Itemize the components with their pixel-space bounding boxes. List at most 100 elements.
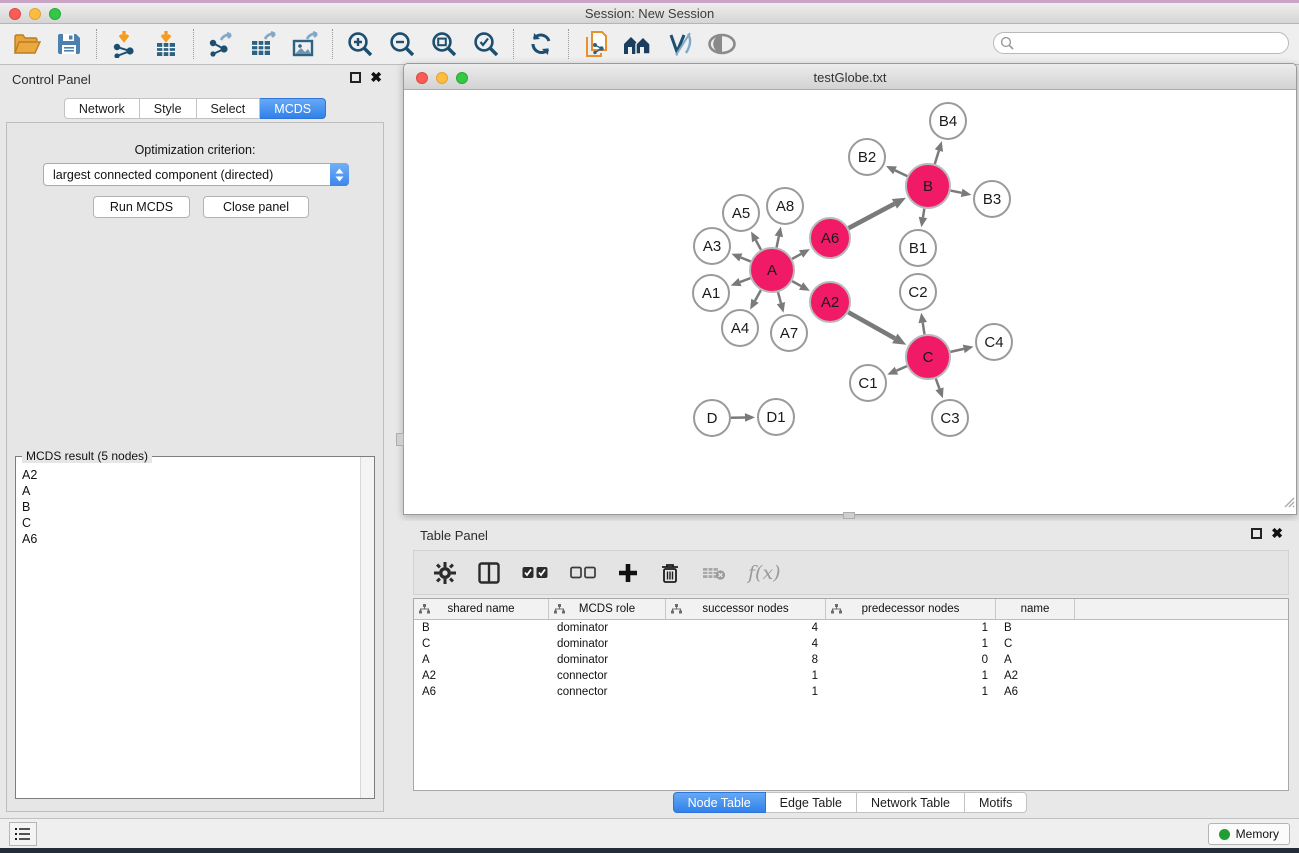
graphics-details-icon[interactable] <box>663 28 697 60</box>
mcds-result-item[interactable]: A6 <box>22 531 354 547</box>
mcds-list-scrollbar[interactable] <box>360 457 374 798</box>
cell-predecessor-nodes[interactable]: 1 <box>826 670 996 682</box>
search-input[interactable] <box>993 32 1289 54</box>
save-session-icon[interactable] <box>52 28 86 60</box>
cell-name[interactable]: A <box>996 654 1075 666</box>
open-file-icon[interactable] <box>10 28 44 60</box>
table-header-row[interactable]: shared nameMCDS rolesuccessor nodesprede… <box>414 599 1288 620</box>
cell-shared-name[interactable]: B <box>414 622 549 634</box>
gear-icon[interactable] <box>434 562 456 584</box>
node-table[interactable]: shared nameMCDS rolesuccessor nodesprede… <box>413 598 1289 791</box>
import-table-icon[interactable] <box>149 28 183 60</box>
close-table-panel-icon[interactable]: ✖ <box>1271 528 1283 539</box>
zoom-selected-icon[interactable] <box>469 28 503 60</box>
edge-C-C2[interactable] <box>923 323 925 335</box>
edge-A6-B[interactable] <box>849 204 895 228</box>
edge-C-C3[interactable] <box>936 379 940 389</box>
column-header-MCDS-role[interactable]: MCDS role <box>549 599 666 619</box>
bird-eye-icon[interactable] <box>705 28 739 60</box>
edge-A-A4[interactable] <box>755 290 761 301</box>
edge-A-A6[interactable] <box>792 254 801 259</box>
cell-shared-name[interactable]: A6 <box>414 686 549 698</box>
table-row[interactable]: Bdominator41B <box>414 620 1288 636</box>
deselect-all-icon[interactable] <box>570 566 596 580</box>
edge-C-C4[interactable] <box>950 349 963 352</box>
zoom-in-icon[interactable] <box>343 28 377 60</box>
close-panel-button[interactable]: Close panel <box>203 196 309 218</box>
edge-C-C1[interactable] <box>896 366 906 371</box>
cell-predecessor-nodes[interactable]: 1 <box>826 638 996 650</box>
criterion-dropdown[interactable]: largest connected component (directed) <box>43 163 349 186</box>
cell-successor-nodes[interactable]: 8 <box>666 654 826 666</box>
refresh-layout-icon[interactable] <box>524 28 558 60</box>
zoom-out-icon[interactable] <box>385 28 419 60</box>
table-row[interactable]: Cdominator41C <box>414 636 1288 652</box>
clone-network-icon[interactable] <box>579 28 613 60</box>
cell-predecessor-nodes[interactable]: 1 <box>826 622 996 634</box>
tab-mcds[interactable]: MCDS <box>260 98 326 119</box>
table-row[interactable]: A2connector11A2 <box>414 668 1288 684</box>
cell-MCDS-role[interactable]: connector <box>549 670 666 682</box>
mcds-result-list[interactable]: A2ABCA6 <box>16 459 360 798</box>
cell-predecessor-nodes[interactable]: 1 <box>826 686 996 698</box>
cell-name[interactable]: A6 <box>996 686 1075 698</box>
zoom-fit-icon[interactable] <box>427 28 461 60</box>
tab-node-table[interactable]: Node Table <box>673 792 766 813</box>
network-canvas[interactable]: AA1A2A3A4A5A6A7A8BB1B2B3B4CC1C2C3C4DD1 <box>404 90 1296 514</box>
close-panel-icon[interactable]: ✖ <box>370 72 382 83</box>
cell-shared-name[interactable]: A2 <box>414 670 549 682</box>
tab-motifs[interactable]: Motifs <box>965 792 1027 813</box>
tab-network[interactable]: Network <box>64 98 140 119</box>
cell-successor-nodes[interactable]: 4 <box>666 622 826 634</box>
mcds-result-item[interactable]: A2 <box>22 467 354 483</box>
float-table-panel-icon[interactable] <box>1251 528 1262 539</box>
export-table-icon[interactable] <box>246 28 280 60</box>
edge-B-B4[interactable] <box>935 151 939 164</box>
cell-successor-nodes[interactable]: 4 <box>666 638 826 650</box>
cell-name[interactable]: A2 <box>996 670 1075 682</box>
cell-MCDS-role[interactable]: dominator <box>549 654 666 666</box>
column-header-predecessor-nodes[interactable]: predecessor nodes <box>826 599 996 619</box>
float-panel-icon[interactable] <box>350 72 361 83</box>
edge-B-B1[interactable] <box>923 209 924 218</box>
memory-button[interactable]: Memory <box>1208 823 1290 845</box>
edge-A-A5[interactable] <box>756 240 761 250</box>
cell-name[interactable]: B <box>996 622 1075 634</box>
tab-select[interactable]: Select <box>197 98 261 119</box>
cell-shared-name[interactable]: C <box>414 638 549 650</box>
edge-B-B2[interactable] <box>895 170 907 176</box>
add-column-icon[interactable] <box>618 563 638 583</box>
vertical-divider-handle[interactable] <box>396 433 404 446</box>
edge-A2-C[interactable] <box>848 312 895 338</box>
cell-MCDS-role[interactable]: connector <box>549 686 666 698</box>
column-header-name[interactable]: name <box>996 599 1075 619</box>
edge-A-A3[interactable] <box>741 258 751 262</box>
export-network-icon[interactable] <box>204 28 238 60</box>
column-header-shared-name[interactable]: shared name <box>414 599 549 619</box>
edge-B-B3[interactable] <box>951 191 962 193</box>
mcds-result-item[interactable]: A <box>22 483 354 499</box>
cell-predecessor-nodes[interactable]: 0 <box>826 654 996 666</box>
split-table-icon[interactable] <box>478 562 500 584</box>
cell-shared-name[interactable]: A <box>414 654 549 666</box>
horizontal-divider-handle[interactable] <box>843 512 855 519</box>
run-mcds-button[interactable]: Run MCDS <box>93 196 190 218</box>
edge-A-A7[interactable] <box>778 292 781 303</box>
function-builder-icon[interactable]: f(x) <box>748 562 781 584</box>
column-header-successor-nodes[interactable]: successor nodes <box>666 599 826 619</box>
mcds-result-item[interactable]: B <box>22 499 354 515</box>
task-history-button[interactable] <box>9 822 37 846</box>
tab-style[interactable]: Style <box>140 98 197 119</box>
import-network-icon[interactable] <box>107 28 141 60</box>
export-image-icon[interactable] <box>288 28 322 60</box>
cell-successor-nodes[interactable]: 1 <box>666 670 826 682</box>
cell-successor-nodes[interactable]: 1 <box>666 686 826 698</box>
delete-table-icon[interactable] <box>702 565 726 581</box>
tab-edge-table[interactable]: Edge Table <box>766 792 857 813</box>
cell-MCDS-role[interactable]: dominator <box>549 622 666 634</box>
delete-icon[interactable] <box>660 562 680 584</box>
edge-A-A1[interactable] <box>740 278 750 282</box>
resize-grip-icon[interactable] <box>1281 494 1295 513</box>
table-row[interactable]: Adominator80A <box>414 652 1288 668</box>
tab-network-table[interactable]: Network Table <box>857 792 965 813</box>
